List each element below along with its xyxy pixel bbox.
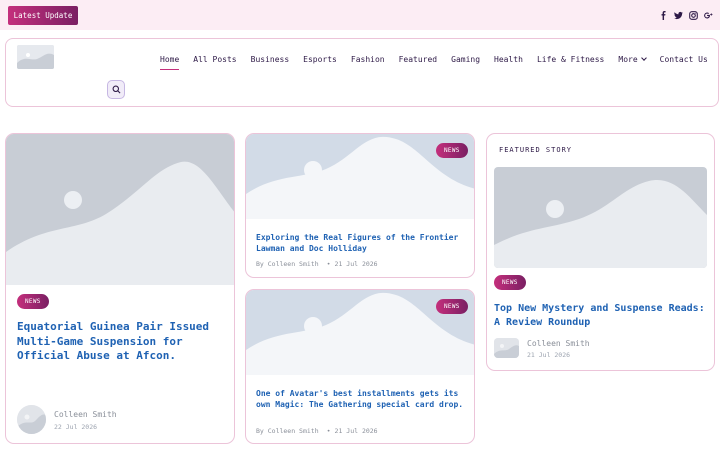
nav-item-life-fitness[interactable]: Life & Fitness xyxy=(537,53,604,65)
story-title[interactable]: One of Avatar's best installments gets i… xyxy=(256,389,471,410)
nav-item-health[interactable]: Health xyxy=(494,53,523,65)
featured-story-image[interactable] xyxy=(494,167,707,268)
nav-item-featured[interactable]: Featured xyxy=(399,53,438,65)
site-header: Home All Posts Business Esports Fashion … xyxy=(5,38,719,107)
top-bar: Latest Update xyxy=(0,0,720,30)
main-story-image[interactable] xyxy=(6,134,234,285)
latest-update-button[interactable]: Latest Update xyxy=(8,6,78,25)
main-story-card[interactable]: NEWS Equatorial Guinea Pair Issued Multi… xyxy=(5,133,235,444)
story-title[interactable]: Exploring the Real Figures of the Fronti… xyxy=(256,233,468,254)
author-avatar xyxy=(494,338,519,358)
nav-item-business[interactable]: Business xyxy=(251,53,290,65)
twitter-icon[interactable] xyxy=(672,9,684,21)
news-badge[interactable]: NEWS xyxy=(436,299,468,314)
instagram-icon[interactable] xyxy=(687,9,699,21)
nav-item-home[interactable]: Home xyxy=(160,53,180,70)
author-avatar xyxy=(17,405,46,434)
story-byline[interactable]: By Colleen Smith • 21 Jul 2026 xyxy=(256,427,378,435)
site-logo[interactable] xyxy=(17,45,54,69)
author-name[interactable]: Colleen Smith xyxy=(527,339,590,348)
news-badge[interactable]: NEWS xyxy=(436,143,468,158)
main-story-title[interactable]: Equatorial Guinea Pair Issued Multi-Game… xyxy=(17,320,229,364)
featured-story-card[interactable]: FEATURED STORY NEWS Top New Mystery and … xyxy=(486,133,715,371)
nav-item-gaming[interactable]: Gaming xyxy=(451,53,480,65)
post-date: 22 Jul 2026 xyxy=(54,423,98,431)
nav-item-more[interactable]: More xyxy=(618,53,647,65)
nav-item-esports[interactable]: Esports xyxy=(303,53,337,65)
featured-story-label: FEATURED STORY xyxy=(499,146,573,154)
featured-story-title[interactable]: Top New Mystery and Suspense Reads: A Re… xyxy=(494,302,708,330)
post-date: 21 Jul 2026 xyxy=(527,351,571,359)
nav-item-fashion[interactable]: Fashion xyxy=(351,53,385,65)
nav-item-all-posts[interactable]: All Posts xyxy=(193,53,236,65)
story-byline[interactable]: By Colleen Smith • 21 Jul 2026 xyxy=(256,260,378,268)
search-icon xyxy=(112,85,120,94)
news-badge[interactable]: NEWS xyxy=(17,294,49,309)
news-badge[interactable]: NEWS xyxy=(494,275,526,290)
nav-item-contact-us[interactable]: Contact Us xyxy=(660,53,708,65)
google-plus-icon[interactable] xyxy=(702,9,714,21)
main-nav: Home All Posts Business Esports Fashion … xyxy=(160,53,720,70)
chevron-down-icon xyxy=(640,54,647,61)
story-card[interactable]: NEWS Exploring the Real Figures of the F… xyxy=(245,133,475,278)
author-name[interactable]: Colleen Smith xyxy=(54,410,117,419)
story-card[interactable]: NEWS One of Avatar's best installments g… xyxy=(245,289,475,444)
facebook-icon[interactable] xyxy=(657,9,669,21)
search-button[interactable] xyxy=(107,80,125,99)
